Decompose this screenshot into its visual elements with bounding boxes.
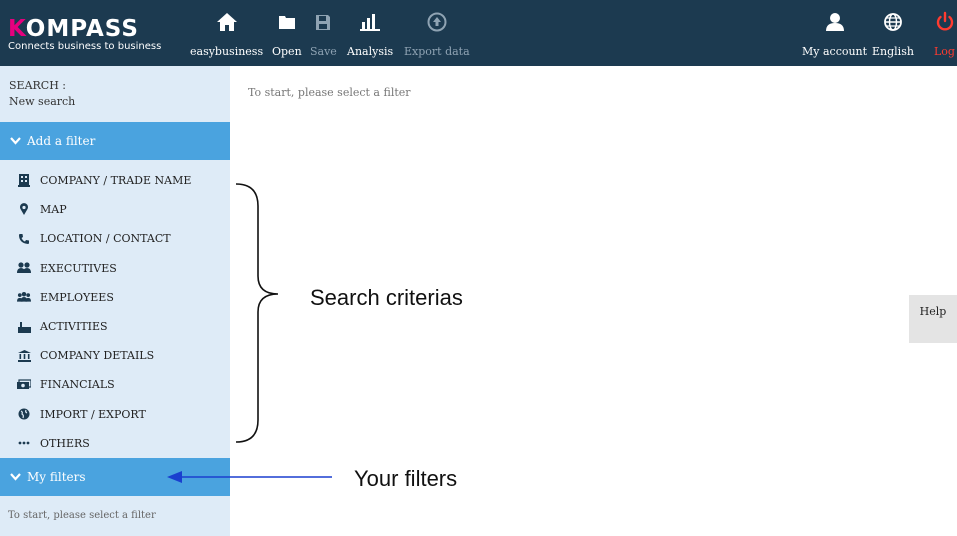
filter-label: EMPLOYEES bbox=[40, 290, 114, 304]
nav-logout[interactable]: Log out bbox=[934, 8, 957, 59]
folder-icon bbox=[278, 8, 296, 36]
top-navigation-bar: KOMPASS Connects business to business ea… bbox=[0, 0, 957, 66]
filter-label: ACTIVITIES bbox=[40, 320, 108, 334]
export-icon bbox=[427, 8, 447, 36]
my-filters-empty-text: To start, please select a filter bbox=[8, 510, 156, 521]
filter-employees[interactable]: EMPLOYEES bbox=[0, 283, 230, 312]
curly-brace-annotation bbox=[235, 183, 279, 443]
kompass-logo[interactable]: KOMPASS Connects business to business bbox=[8, 18, 183, 54]
globe-icon bbox=[17, 407, 31, 421]
nav-save[interactable]: Save bbox=[310, 8, 337, 59]
nav-save-label: Save bbox=[310, 45, 337, 58]
nav-language-label: English bbox=[872, 45, 914, 58]
filter-list: COMPANY / TRADE NAME MAP LOCATION / CONT… bbox=[0, 166, 230, 458]
chevron-down-icon bbox=[10, 137, 21, 145]
filter-label: COMPANY DETAILS bbox=[40, 349, 155, 363]
nav-export-data-label: Export data bbox=[404, 45, 470, 58]
filter-label: MAP bbox=[40, 203, 67, 217]
your-filters-annotation: Your filters bbox=[354, 466, 458, 491]
search-block: SEARCH : New search bbox=[0, 66, 230, 122]
power-icon bbox=[935, 8, 955, 36]
filter-label: COMPANY / TRADE NAME bbox=[40, 174, 192, 188]
filter-location-contact[interactable]: LOCATION / CONTACT bbox=[0, 224, 230, 253]
nav-my-account[interactable]: My account bbox=[802, 8, 867, 59]
filter-financials[interactable]: FINANCIALS bbox=[0, 370, 230, 399]
add-filter-label: Add a filter bbox=[27, 134, 96, 148]
search-criterias-annotation: Search criterias bbox=[310, 285, 463, 310]
filter-label: LOCATION / CONTACT bbox=[40, 232, 171, 246]
filter-activities[interactable]: ACTIVITIES bbox=[0, 312, 230, 341]
nav-easybusiness[interactable]: easybusiness bbox=[190, 8, 263, 59]
nav-logout-label: Log out bbox=[934, 45, 957, 58]
arrow-annotation bbox=[167, 471, 332, 483]
money-icon bbox=[17, 378, 31, 392]
main-hint: To start, please select a filter bbox=[248, 86, 411, 99]
nav-easybusiness-label: easybusiness bbox=[190, 45, 264, 58]
filter-others[interactable]: OTHERS bbox=[0, 429, 230, 458]
filter-label: IMPORT / EXPORT bbox=[40, 407, 146, 421]
nav-analysis-label: Analysis bbox=[347, 45, 394, 58]
globe-icon bbox=[883, 8, 903, 36]
filter-label: FINANCIALS bbox=[40, 378, 115, 392]
chevron-down-icon bbox=[10, 473, 21, 481]
nav-open[interactable]: Open bbox=[272, 8, 302, 59]
nav-open-label: Open bbox=[272, 45, 302, 58]
search-label: SEARCH : bbox=[9, 79, 67, 92]
bar-chart-icon bbox=[360, 8, 381, 36]
logo-tagline: Connects business to business bbox=[8, 41, 162, 52]
phone-icon bbox=[17, 232, 31, 246]
ellipsis-icon bbox=[17, 436, 31, 450]
executives-icon bbox=[17, 261, 31, 275]
add-filter-header[interactable]: Add a filter bbox=[0, 122, 230, 160]
user-icon bbox=[825, 8, 845, 36]
home-icon bbox=[216, 8, 238, 36]
logo-wordmark: KOMPASS bbox=[8, 16, 139, 42]
help-button[interactable]: Help bbox=[909, 295, 957, 343]
sidebar: SEARCH : New search Add a filter COMPANY… bbox=[0, 66, 230, 536]
filter-company-trade-name[interactable]: COMPANY / TRADE NAME bbox=[0, 166, 230, 195]
filter-map[interactable]: MAP bbox=[0, 195, 230, 224]
nav-language[interactable]: English bbox=[872, 8, 914, 59]
building-icon bbox=[17, 174, 31, 188]
bank-icon bbox=[17, 349, 31, 363]
filter-company-details[interactable]: COMPANY DETAILS bbox=[0, 341, 230, 370]
nav-my-account-label: My account bbox=[802, 45, 868, 58]
nav-analysis[interactable]: Analysis bbox=[347, 8, 393, 59]
filter-import-export[interactable]: IMPORT / EXPORT bbox=[0, 400, 230, 429]
map-marker-icon bbox=[17, 203, 31, 217]
filter-executives[interactable]: EXECUTIVES bbox=[0, 254, 230, 283]
my-filters-label: My filters bbox=[27, 470, 86, 484]
employees-icon bbox=[17, 290, 31, 304]
factory-icon bbox=[17, 320, 31, 334]
filter-label: EXECUTIVES bbox=[40, 261, 117, 275]
search-name[interactable]: New search bbox=[9, 94, 230, 110]
filter-label: OTHERS bbox=[40, 436, 90, 450]
nav-export-data[interactable]: Export data bbox=[404, 8, 470, 59]
save-icon bbox=[315, 8, 331, 36]
